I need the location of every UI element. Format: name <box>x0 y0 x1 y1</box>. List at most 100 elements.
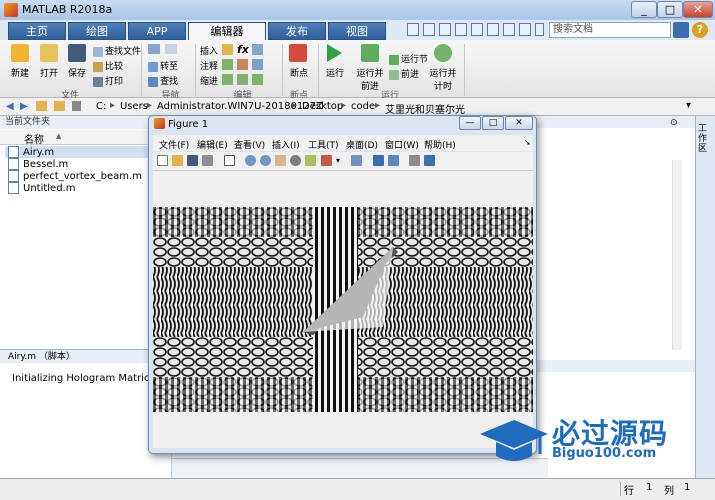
save-disk-icon[interactable] <box>68 44 86 62</box>
back-icon[interactable]: ◀ <box>6 101 14 112</box>
indent-button[interactable]: 缩进 <box>200 74 218 87</box>
data-cursor-icon[interactable] <box>305 155 316 166</box>
forward-icon[interactable]: ▶ <box>20 101 28 112</box>
cut-icon[interactable] <box>423 23 435 36</box>
figure-minimize-button[interactable]: — <box>459 116 481 130</box>
pointer-arrow-icon[interactable] <box>224 155 235 166</box>
wrap-comment-icon[interactable] <box>252 59 263 70</box>
new-plus-icon[interactable] <box>11 44 29 62</box>
editor-scrollbar[interactable] <box>672 160 682 350</box>
workspace-label[interactable]: 工作区 <box>698 124 710 154</box>
pan-hand-icon[interactable] <box>275 155 286 166</box>
tab-plots[interactable]: 绘图 <box>68 22 126 40</box>
tab-home[interactable]: 主页 <box>8 22 66 40</box>
insert-section-icon[interactable] <box>222 44 233 55</box>
compare-button[interactable]: 比较 <box>93 59 123 72</box>
print-button[interactable]: 打印 <box>93 74 123 87</box>
print-figure-icon[interactable] <box>202 155 213 166</box>
breadcrumb-drive[interactable]: C: <box>96 101 106 112</box>
tab-editor[interactable]: 编辑器 <box>188 22 266 41</box>
advance-button[interactable]: 前进 <box>389 67 419 80</box>
close-button[interactable]: ✕ <box>683 1 713 18</box>
run-and-time-icon[interactable] <box>434 44 452 62</box>
insert-colorbar-icon[interactable] <box>373 155 384 166</box>
tab-apps[interactable]: APP <box>128 22 186 40</box>
fx-icon[interactable]: fx <box>237 43 249 56</box>
file-item-perfect-vortex-beam[interactable]: perfect_vortex_beam.m <box>8 170 142 182</box>
breadcrumb-item[interactable]: code <box>351 101 375 112</box>
open-file-icon[interactable] <box>172 155 183 166</box>
run-section-button[interactable]: 运行节 <box>389 52 428 65</box>
tab-view[interactable]: 视图 <box>328 22 386 40</box>
menu-view[interactable]: 查看(V) <box>234 138 265 151</box>
breadcrumb-item[interactable]: Administrator.WIN7U-20180127Z <box>157 101 323 112</box>
browse-folder-icon[interactable] <box>54 101 65 111</box>
breakpoint-icon[interactable] <box>289 44 307 62</box>
open-folder-icon[interactable] <box>40 44 58 62</box>
breadcrumb-item[interactable]: Users <box>120 101 148 112</box>
figure-close-button[interactable]: ✕ <box>505 116 533 130</box>
goto-button[interactable]: 转至 <box>148 59 178 72</box>
open-button[interactable]: 打开 <box>34 66 64 79</box>
smart-indent-icon[interactable] <box>222 74 233 85</box>
help-icon[interactable] <box>519 23 531 36</box>
comment-percent-icon[interactable] <box>222 59 233 70</box>
paste-icon[interactable] <box>455 23 467 36</box>
workspace-collapsed-strip[interactable] <box>695 116 715 478</box>
forward-arrow-icon[interactable] <box>165 44 177 54</box>
breadcrumb-item[interactable]: Desktop <box>302 101 343 112</box>
increase-indent-icon[interactable] <box>237 74 248 85</box>
run-play-icon[interactable] <box>327 44 342 62</box>
dock-arrow-icon[interactable]: ➘ <box>524 138 531 147</box>
tab-publish[interactable]: 发布 <box>268 22 326 40</box>
save-figure-icon[interactable] <box>187 155 198 166</box>
menu-window[interactable]: 窗口(W) <box>385 138 419 151</box>
switch-windows-icon[interactable] <box>503 23 515 36</box>
insert-button[interactable]: 插入 <box>200 44 218 57</box>
menu-file[interactable]: 文件(F) <box>159 138 189 151</box>
new-button[interactable]: 新建 <box>4 66 36 79</box>
redo-icon[interactable] <box>487 23 499 36</box>
chevron-down-icon[interactable]: ⊙ <box>670 118 678 128</box>
menu-tools[interactable]: 工具(T) <box>308 138 339 151</box>
zoom-in-icon[interactable] <box>245 155 256 166</box>
brush-icon[interactable] <box>321 155 332 166</box>
undo-icon[interactable] <box>471 23 483 36</box>
run-and-advance-icon[interactable] <box>361 44 379 62</box>
run-button[interactable]: 运行 <box>320 66 350 79</box>
details-header[interactable]: Airy.m （脚本） <box>0 349 171 363</box>
link-plot-icon[interactable] <box>351 155 362 166</box>
menu-desktop[interactable]: 桌面(D) <box>346 138 378 151</box>
file-item-untitled[interactable]: Untitled.m <box>8 182 75 194</box>
zoom-out-icon[interactable] <box>260 155 271 166</box>
back-arrow-icon[interactable] <box>148 44 160 54</box>
rotate-3d-icon[interactable] <box>290 155 301 166</box>
run-and-time-button[interactable]: 运行并 计时 <box>426 66 460 92</box>
show-plot-tools-icon[interactable] <box>424 155 435 166</box>
decrease-indent-icon[interactable] <box>252 74 263 85</box>
minimize-button[interactable]: _ <box>631 1 657 18</box>
find-files-button[interactable]: 查找文件 <box>93 44 141 57</box>
up-folder-icon[interactable] <box>36 101 47 111</box>
insert-function-icon[interactable] <box>252 44 263 55</box>
maximize-button[interactable]: □ <box>657 1 683 18</box>
save-button[interactable]: 保存 <box>62 66 92 79</box>
search-icon[interactable] <box>673 22 689 38</box>
hide-plot-tools-icon[interactable] <box>409 155 420 166</box>
find-button[interactable]: 查找 <box>148 74 178 87</box>
file-item-airy[interactable]: Airy.m <box>8 146 54 158</box>
breakpoints-button[interactable]: 断点 <box>284 66 314 79</box>
chevron-down-icon[interactable] <box>535 23 544 36</box>
name-column-label[interactable]: 名称 <box>24 131 44 146</box>
new-figure-icon[interactable] <box>157 155 168 166</box>
insert-legend-icon[interactable] <box>388 155 399 166</box>
breadcrumb-item[interactable]: 艾里光和贝塞尔光 <box>385 101 465 116</box>
menu-edit[interactable]: 编辑(E) <box>197 138 228 151</box>
chevron-down-icon[interactable]: ▾ <box>686 100 691 111</box>
search-documentation-input[interactable]: 搜索文档 <box>549 22 671 38</box>
save-icon[interactable] <box>407 23 419 36</box>
figure-maximize-button[interactable]: □ <box>482 116 504 130</box>
copy-icon[interactable] <box>439 23 451 36</box>
help-button[interactable]: ? <box>692 22 708 38</box>
menu-help[interactable]: 帮助(H) <box>424 138 456 151</box>
